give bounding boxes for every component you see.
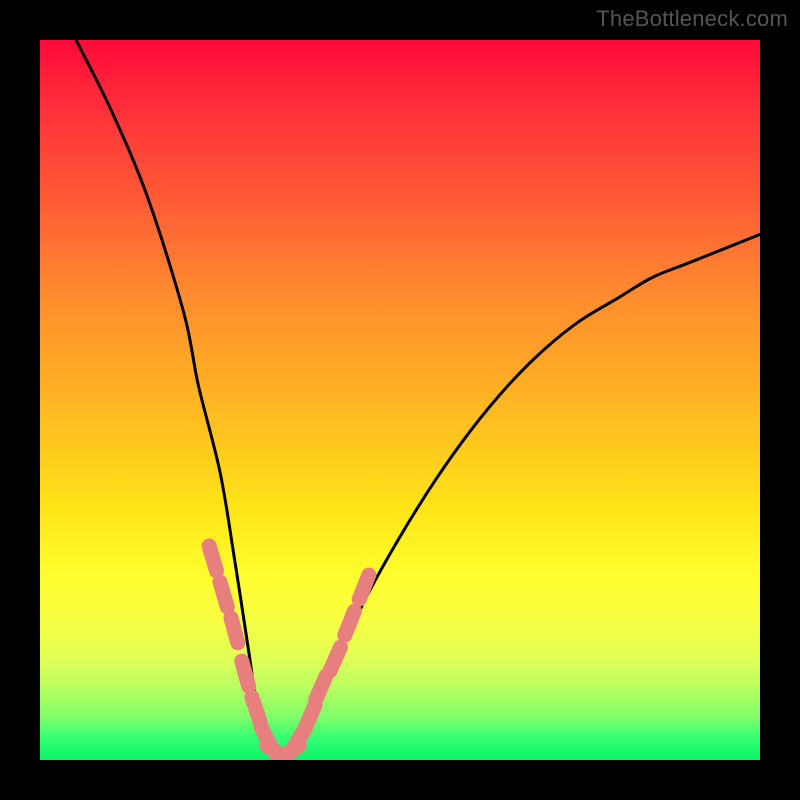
highlight-marker — [252, 697, 260, 722]
bottleneck-curve — [76, 40, 760, 757]
curve-layer — [40, 40, 760, 760]
highlight-marker — [242, 661, 249, 686]
bottleneck-curve-path — [76, 40, 760, 757]
highlight-marker — [305, 705, 315, 729]
chart-frame: TheBottleneck.com — [0, 0, 800, 800]
highlight-marker — [209, 546, 216, 571]
highlight-marker — [316, 676, 326, 700]
highlight-marker — [220, 582, 227, 607]
watermark-text: TheBottleneck.com — [596, 6, 788, 32]
highlight-markers — [209, 546, 369, 760]
highlight-marker — [359, 575, 369, 599]
highlight-marker — [330, 647, 341, 671]
highlight-marker — [231, 618, 238, 643]
plot-area — [40, 40, 760, 760]
highlight-marker — [345, 611, 355, 635]
